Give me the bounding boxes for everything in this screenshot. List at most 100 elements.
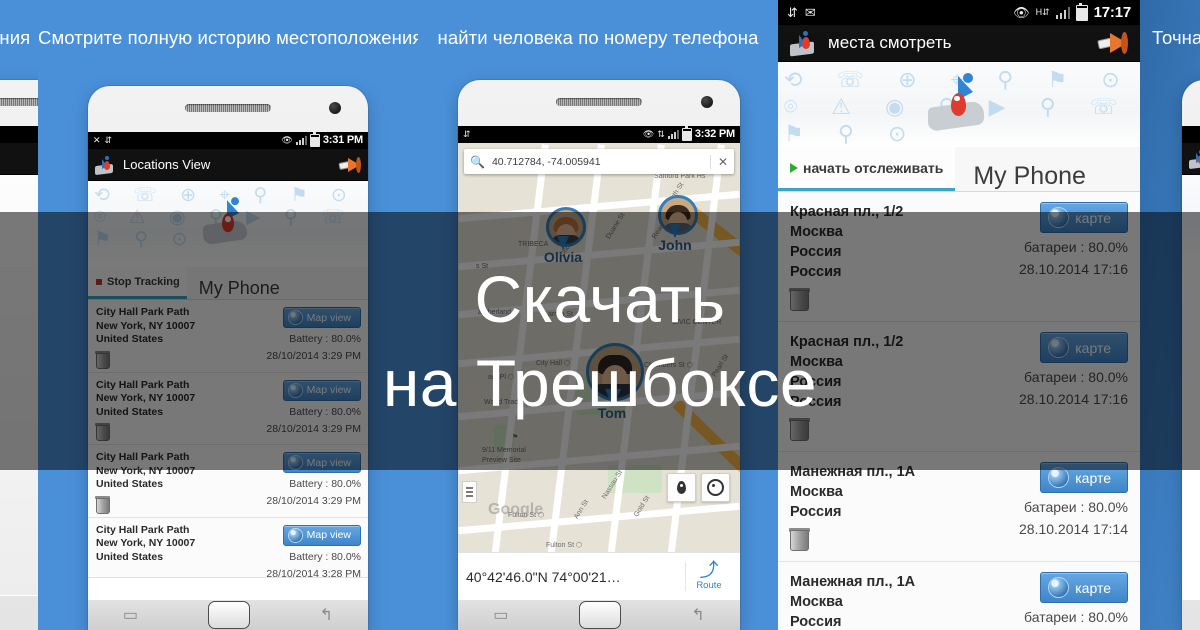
battery-text: Battery : 80.0% xyxy=(289,478,361,490)
app-hero-banner-places: ⟲ ☏ ⊕ ⌖ ⚲ ⚑ ⊙ ⌾ ⚠ ◉ ⚲ ▶ ⚲ ☏ ⚑ ⚲ ⊙ xyxy=(778,62,1140,147)
search-input[interactable]: 40.712784, -74.005941 xyxy=(492,156,703,168)
caption-line-1: Скачать xyxy=(474,262,726,336)
delete-icon[interactable] xyxy=(95,495,110,514)
earpiece-speaker xyxy=(185,104,271,112)
battery-text: батареи : 80.0% xyxy=(1024,499,1128,515)
map-view-button[interactable]: Map view xyxy=(282,524,361,546)
android-status-bar-right-cut xyxy=(1182,126,1200,143)
map-street-label: Fulton St ⬡ xyxy=(546,542,583,549)
promo-title-history: Смотрите полную историю местоположения xyxy=(38,27,418,48)
status-icons-left: ⇵ xyxy=(0,130,38,139)
app-action-bar-history: Locations View xyxy=(88,149,368,181)
address-line-2: Москва xyxy=(790,484,843,500)
location-person-icon xyxy=(95,155,115,175)
timestamp-text: 28/10/2014 3:29 PM xyxy=(266,495,361,507)
battery-icon xyxy=(309,132,320,147)
eye-icon: 👁 xyxy=(642,129,655,139)
delete-icon[interactable] xyxy=(789,528,810,551)
status-icons-left: ✕ ⇵ xyxy=(93,136,281,145)
map-button-label: карте xyxy=(1075,469,1111,486)
usb-icon: ⇵ xyxy=(787,5,798,20)
battery-icon xyxy=(681,126,692,141)
status-icons-right: 👁 3:31 PM xyxy=(281,132,363,147)
map-button[interactable]: карте xyxy=(1040,572,1128,603)
status-clock-history: 3:31 PM xyxy=(322,134,363,146)
route-label: Route xyxy=(696,580,722,591)
home-button[interactable] xyxy=(578,601,621,629)
row-address: City Hall Park Path New York, NY 10007 U… xyxy=(96,524,224,565)
no-sim-icon: ✕ xyxy=(93,135,101,145)
table-row[interactable]: City Hall Park Path New York, NY 10007 U… xyxy=(88,518,368,581)
route-button[interactable]: ⤴ Route xyxy=(685,560,732,591)
action-bar-title-history: Locations View xyxy=(123,157,211,172)
recents-icon[interactable]: ▭ xyxy=(123,605,138,625)
timestamp-text: 28.10.2014 17:14 xyxy=(1019,521,1128,537)
drop-pin-icon[interactable] xyxy=(667,473,696,502)
action-bar-title-places: места смотреть xyxy=(828,33,952,52)
status-clock-map: 3:32 PM xyxy=(694,128,735,140)
row-right-column: карте батареи : 80.0% 28.10.2014 17:14 xyxy=(1019,462,1128,539)
eye-icon: 👁 xyxy=(1013,5,1030,20)
my-location-icon[interactable] xyxy=(701,473,730,502)
globe-icon xyxy=(1049,578,1069,597)
app-action-bar-places: места смотреть xyxy=(778,25,1140,62)
row-right-column: карте батареи : 80.0% 28.10.2014 17:14 xyxy=(1019,572,1128,630)
back-icon[interactable]: ↰ xyxy=(691,605,704,625)
address-line-3: Россия xyxy=(790,504,842,520)
location-person-icon xyxy=(790,31,816,57)
phone-top-bezel xyxy=(1182,80,1200,126)
phone-top-bezel xyxy=(0,80,38,126)
route-arrow-icon: ⤴ xyxy=(699,560,719,581)
row-address: Манежная пл., 1А Москва Россия xyxy=(790,462,970,522)
row-right-column: Map view Battery : 80.0% 28/10/2014 3:28… xyxy=(266,524,361,581)
map-button-label: карте xyxy=(1075,579,1111,596)
address-line-2: Москва xyxy=(790,594,843,610)
search-icon: 🔍 xyxy=(470,154,485,169)
home-button[interactable] xyxy=(207,601,250,629)
timestamp-text: 28/10/2014 3:28 PM xyxy=(266,567,361,580)
status-icons-left: ⇵ xyxy=(463,130,643,139)
earpiece-speaker xyxy=(0,98,38,106)
back-icon[interactable]: ↰ xyxy=(320,605,333,625)
caption-line-2: на Трешбоксе xyxy=(382,346,818,420)
map-street-label: Sanford Park Hs xyxy=(654,173,706,180)
megaphone-icon[interactable] xyxy=(338,156,361,173)
signal-icon xyxy=(667,130,679,139)
status-icons-right: 👁 H⇵ 17:17 xyxy=(1013,2,1132,21)
address-line-3: Россия xyxy=(790,614,842,630)
status-clock-places: 17:17 xyxy=(1093,4,1132,21)
device-name-places: My Phone xyxy=(973,162,1086,190)
google-watermark: Google xyxy=(488,501,544,518)
location-person-icon xyxy=(1189,149,1200,169)
android-status-bar-left-cut: ⇵ 👁 17:26 xyxy=(0,126,38,143)
hspa-icon: H⇵ xyxy=(1035,7,1050,17)
usb-icon: ⇵ xyxy=(463,129,471,139)
earpiece-speaker xyxy=(556,98,642,106)
hero-location-illustration xyxy=(926,72,992,132)
coordinate-text: 40°42'46.0"N 74°00'21… xyxy=(466,568,621,585)
tracking-tab-row-places: начать отслеживать My Phone xyxy=(778,147,1140,192)
map-search-bar[interactable]: 🔍 40.712784, -74.005941 ✕ xyxy=(464,149,734,174)
menu-icon[interactable] xyxy=(462,481,477,503)
table-row[interactable]: Манежная пл., 1А Москва Россия карте бат… xyxy=(778,562,1140,630)
app-action-bar-right-cut xyxy=(1182,143,1200,175)
android-status-bar-history: ✕ ⇵ 👁 3:31 PM xyxy=(88,132,368,149)
address-line-3: United States xyxy=(96,478,164,490)
promo-title-map: найти человека по номеру телефона xyxy=(437,27,759,48)
android-nav-bar-history: ▭ ↰ xyxy=(88,600,368,630)
start-tracking-tab[interactable]: начать отслеживать xyxy=(778,147,956,191)
usb-icon: ⇵ xyxy=(104,135,113,145)
close-icon[interactable]: ✕ xyxy=(709,154,728,169)
megaphone-icon[interactable] xyxy=(1097,32,1128,54)
signal-icon xyxy=(1055,6,1070,19)
recents-icon[interactable]: ▭ xyxy=(493,605,508,625)
status-icons-right: 👁 ⇅ 3:32 PM xyxy=(642,126,735,141)
row-address: Манежная пл., 1А Москва Россия xyxy=(790,572,970,630)
mail-icon: ✉ xyxy=(804,5,816,20)
coordinate-readout-bar[interactable]: 40°42'46.0"N 74°00'21… ⤴ Route xyxy=(458,552,740,600)
front-camera xyxy=(329,102,341,114)
android-status-bar-map: ⇵ 👁 ⇅ 3:32 PM xyxy=(458,126,740,143)
promo-title-left-cut: Смотрите полную историю местоположения xyxy=(0,27,31,48)
address-line-3: United States xyxy=(96,550,164,563)
download-caption: Скачать на Трешбоксе xyxy=(0,212,1200,470)
